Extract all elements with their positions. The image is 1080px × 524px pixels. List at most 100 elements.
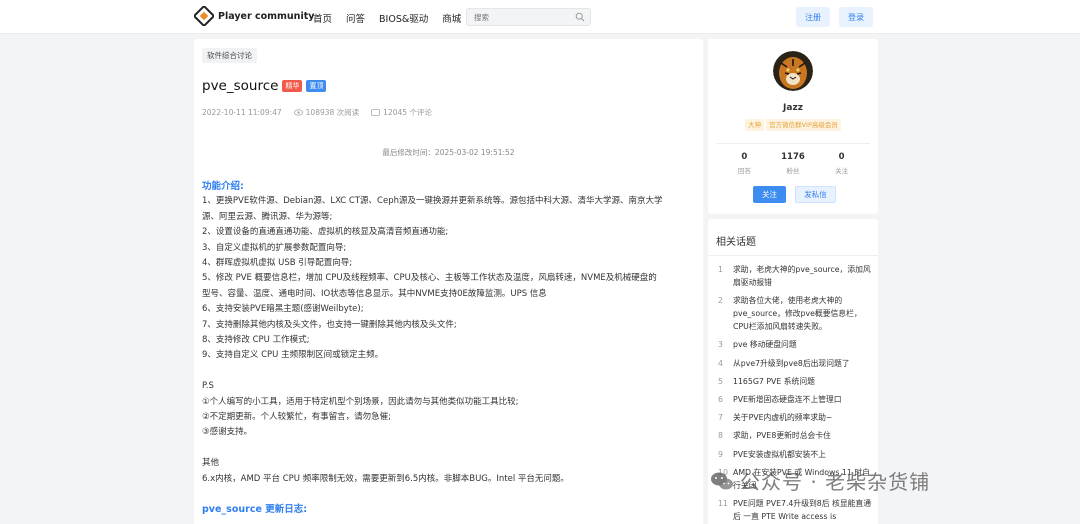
related-index: 5 — [718, 376, 723, 386]
follow-button[interactable]: 关注 — [753, 186, 786, 203]
related-title: 相关话题 — [716, 237, 756, 248]
content-line: 源、阿里云源、腾讯源、华为源等; — [202, 211, 333, 222]
related-item[interactable]: 5 1165G7 PVE 系统问题 — [718, 375, 873, 388]
related-index: 8 — [718, 431, 723, 441]
related-index: 1 — [718, 265, 723, 274]
content-line: 4、群晖虚拟机虚拟 USB 引导配置向导; — [202, 258, 353, 269]
related-item[interactable]: 3 pve 移动硬盘问题 — [718, 338, 873, 351]
related-link[interactable]: pve 移动硬盘问题 — [733, 338, 873, 351]
wechat-icon — [711, 472, 733, 489]
main-nav: 首页 问答 BIOS&驱动 商城 — [313, 11, 475, 25]
modified-time: 最后修改时间：2025-03-02 19:51:52 — [382, 148, 515, 157]
post-meta: 2022-10-11 11:09:47 108938 次阅读 12045 个评论 — [202, 107, 432, 118]
related-link[interactable]: PVE问题 PVE7.4升级到8后 核显能直通后 一直 PTE Write ac… — [733, 497, 873, 523]
content-line: 6.x内核，AMD 平台 CPU 频率限制无效，需要更新到6.5内核。非脚本BU… — [202, 473, 569, 484]
related-index: 2 — [718, 296, 723, 306]
author-tag: 官方微信群VIP高级会员 — [766, 119, 841, 131]
author-tags: 大神 官方微信群VIP高级会员 — [708, 119, 878, 131]
avatar[interactable] — [773, 51, 813, 91]
related-item[interactable]: 7 关于PVE内虚机的频率求助~ — [718, 411, 873, 424]
stat-fans[interactable]: 1176 粉丝 — [773, 152, 813, 175]
pinned-badge: 置顶 — [306, 80, 327, 92]
logo-icon — [194, 6, 214, 26]
divider — [708, 255, 878, 256]
search-input[interactable] — [467, 9, 567, 25]
ps-title: P.S — [202, 381, 214, 392]
content-line: 3、自定义虚拟机的扩展参数配置向导; — [202, 242, 347, 253]
changelog-heading: pve_source 更新日志: — [202, 504, 307, 516]
related-index: 3 — [718, 340, 723, 350]
post-card: 软件综合讨论 pve_source 精华 置顶 2022-10-11 11:09… — [194, 39, 703, 524]
nav-home[interactable]: 首页 — [313, 11, 332, 25]
divider — [716, 143, 870, 144]
eye-icon — [293, 109, 303, 116]
nav-bios[interactable]: BIOS&驱动 — [379, 11, 428, 25]
related-link[interactable]: 求助，PVE8更新时总会卡住 — [733, 429, 873, 442]
comment-count-text: 12045 个评论 — [383, 108, 432, 117]
comment-count: 12045 个评论 — [371, 107, 432, 118]
related-index: 9 — [718, 449, 723, 459]
related-link[interactable]: 求助各位大佬，使用老虎大神的pve_source，修改pve概要信息栏，CPU栏… — [733, 294, 873, 333]
watermark: 公众号 · 老柴杂货铺 — [710, 466, 930, 495]
stat-label: 关注 — [835, 167, 849, 175]
nav-qa[interactable]: 问答 — [346, 11, 365, 25]
content-line: 6、支持安装PVE暗黑主题(感谢Weilbyte); — [202, 304, 364, 315]
comment-icon — [371, 108, 381, 116]
search-box — [466, 8, 591, 26]
related-link[interactable]: PVE新增固态硬盘连不上管理口 — [733, 393, 873, 406]
content-line: 7、支持删除其他内核及头文件，也支持一键删除其他内核及头文件; — [202, 319, 457, 330]
related-item[interactable]: 2 求助各位大佬，使用老虎大神的pve_source，修改pve概要信息栏，CPU… — [718, 294, 873, 333]
content-line: 2、设置设备的直通直通功能、虚拟机的核显及高清音频直通功能; — [202, 227, 449, 238]
content-line: 9、支持自定义 CPU 主频限制区间或锁定主频。 — [202, 350, 384, 361]
related-link[interactable]: 1165G7 PVE 系统问题 — [733, 375, 873, 388]
related-item[interactable]: 6 PVE新增固态硬盘连不上管理口 — [718, 393, 873, 406]
post-date: 2022-10-11 11:09:47 — [202, 108, 282, 117]
content-heading: 功能介绍: — [202, 181, 244, 192]
related-item[interactable]: 1 求助，老虎大神的pve_source，添加风扇驱动报错 — [718, 263, 873, 289]
related-index: 7 — [718, 413, 723, 423]
author-tag: 大神 — [745, 119, 765, 131]
author-stats: 0 回答 1176 粉丝 0 关注 — [708, 152, 878, 175]
stat-label: 回答 — [737, 167, 751, 175]
related-link[interactable]: 从pve7升级到pve8后出现问题了 — [733, 357, 873, 370]
stat-label: 粉丝 — [786, 167, 800, 175]
related-link[interactable]: 求助，老虎大神的pve_source，添加风扇驱动报错 — [733, 263, 873, 289]
related-item[interactable]: 4 从pve7升级到pve8后出现问题了 — [718, 357, 873, 370]
content-line: 5、修改 PVE 概要信息栏，增加 CPU及线程频率、CPU及核心、主板等工作状… — [202, 273, 657, 284]
stat-following[interactable]: 0 关注 — [822, 152, 862, 175]
stat-number: 1176 — [781, 152, 805, 162]
related-link[interactable]: PVE安装虚拟机都安装不上 — [733, 448, 873, 461]
related-item[interactable]: 8 求助，PVE8更新时总会卡住 — [718, 429, 873, 442]
stat-number: 0 — [741, 152, 748, 162]
content-line: ②不定期更新。个人较繁忙，有事留言，请勿急催; — [202, 412, 391, 423]
top-header: Player community 首页 问答 BIOS&驱动 商城 注册 登录 — [0, 0, 1080, 34]
logo-text: Player community — [218, 10, 315, 22]
author-name[interactable]: Jazz — [708, 103, 878, 113]
register-button[interactable]: 注册 — [796, 7, 830, 27]
stat-answers[interactable]: 0 回答 — [724, 152, 764, 175]
watermark-text: 公众号 · 老柴杂货铺 — [740, 470, 931, 494]
site-logo[interactable]: Player community — [194, 6, 314, 26]
private-message-button[interactable]: 发私信 — [795, 186, 836, 203]
post-title: pve_source — [202, 78, 279, 94]
other-title: 其他 — [202, 458, 220, 469]
nav-shop[interactable]: 商城 — [442, 11, 461, 25]
post-content: 功能介绍: 1、更换PVE软件源、Debian源、LXC CT源、Ceph源及一… — [202, 179, 697, 518]
search-icon[interactable] — [575, 12, 585, 22]
content-line: ③感谢支持。 — [202, 427, 253, 438]
featured-badge: 精华 — [282, 80, 303, 92]
related-item[interactable]: 11 PVE问题 PVE7.4升级到8后 核显能直通后 一直 PTE Write … — [718, 497, 873, 523]
related-index: 6 — [718, 394, 723, 404]
content-line: 型号、容量、温度、通电时间、IO状态等信息显示。其中NVME支持0E故障监测。U… — [202, 288, 547, 299]
related-index: 4 — [718, 358, 723, 368]
related-link[interactable]: 关于PVE内虚机的频率求助~ — [733, 411, 873, 424]
view-count-text: 108938 次阅读 — [305, 108, 360, 117]
login-button[interactable]: 登录 — [839, 7, 873, 27]
title-row: pve_source 精华 置顶 — [202, 78, 327, 94]
related-item[interactable]: 9 PVE安装虚拟机都安装不上 — [718, 448, 873, 461]
content-line: 1、更换PVE软件源、Debian源、LXC CT源、Ceph源及一键换源并更新… — [202, 196, 663, 207]
author-card: Jazz 大神 官方微信群VIP高级会员 0 回答 1176 粉丝 0 关注 关… — [708, 39, 878, 214]
category-tag[interactable]: 软件综合讨论 — [202, 48, 257, 63]
